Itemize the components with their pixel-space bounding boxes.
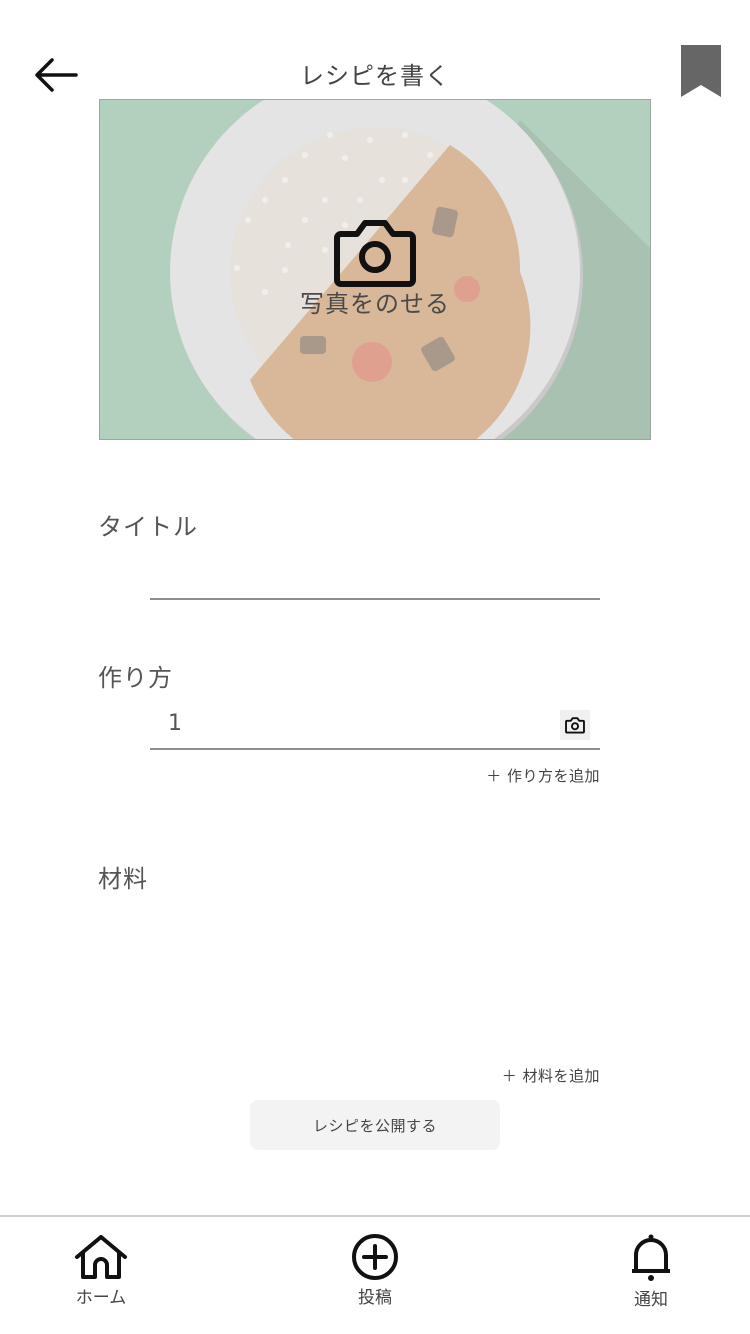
- home-icon: [75, 1235, 127, 1279]
- steps-section-label: 作り方: [98, 664, 173, 692]
- tab-home-label: ホーム: [75, 1288, 127, 1308]
- tab-notifications[interactable]: 通知: [596, 1233, 706, 1310]
- photo-upload-label: 写真をのせる: [300, 290, 450, 318]
- tab-home[interactable]: ホーム: [46, 1233, 156, 1308]
- camera-icon: [565, 716, 585, 734]
- tab-post[interactable]: 投稿: [320, 1233, 430, 1308]
- bookmark-icon[interactable]: [681, 45, 721, 97]
- step-photo-button[interactable]: [560, 710, 590, 740]
- tab-post-label: 投稿: [358, 1288, 392, 1308]
- publish-recipe-button[interactable]: レシピを公開する: [250, 1100, 500, 1150]
- bell-icon: [632, 1234, 670, 1281]
- photo-upload-prompt: 写真をのせる: [100, 218, 650, 319]
- recipe-editor-screen: レシピを書く 写真をのせる タイトル 作り方 1 ＋ 作り方を追加 材料 ＋ 材…: [0, 0, 750, 1334]
- ingredients-section-label: 材料: [98, 865, 148, 893]
- add-step-link[interactable]: ＋ 作り方を追加: [486, 765, 600, 786]
- tab-notifications-label: 通知: [634, 1290, 668, 1310]
- step-number: 1: [168, 711, 182, 736]
- camera-icon: [334, 220, 416, 287]
- add-ingredient-link[interactable]: ＋ 材料を追加: [502, 1065, 600, 1086]
- photo-upload-area[interactable]: 写真をのせる: [99, 99, 651, 440]
- page-title: レシピを書く: [300, 62, 450, 90]
- bottom-tab-bar: ホーム 投稿 通知: [0, 1215, 750, 1334]
- recipe-title-input[interactable]: [150, 560, 600, 600]
- plus-circle-icon: [352, 1234, 398, 1280]
- step-input[interactable]: [150, 705, 600, 750]
- title-section-label: タイトル: [98, 513, 198, 541]
